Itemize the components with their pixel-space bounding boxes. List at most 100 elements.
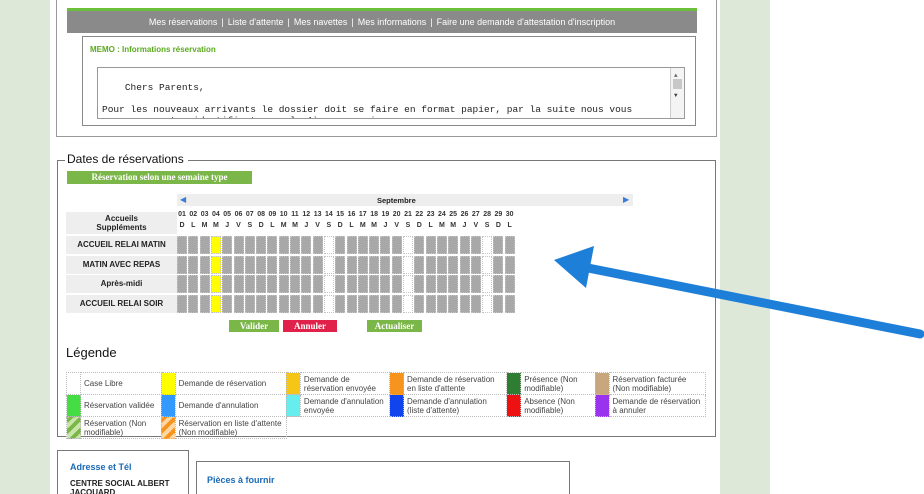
scroll-thumb[interactable] [673,79,682,89]
reservation-cell[interactable] [278,236,289,254]
semaine-type-button[interactable]: Réservation selon une semaine type [67,171,252,184]
reservation-cell[interactable] [199,275,210,293]
reservation-cell[interactable] [222,236,233,254]
reservation-cell[interactable] [290,255,300,274]
reservation-cell[interactable] [482,255,493,274]
reservation-cell[interactable] [199,255,210,274]
nav-link[interactable]: Faire une demande d'attestation d'inscri… [435,17,618,27]
reservation-cell[interactable] [436,255,447,274]
reservation-cell[interactable] [222,294,233,313]
reservation-cell[interactable] [425,255,436,274]
reservation-cell[interactable] [403,255,413,274]
reservation-cell[interactable] [278,255,289,274]
reservation-cell[interactable] [177,255,187,274]
reservation-cell[interactable] [177,275,187,293]
reservation-cell[interactable] [403,275,413,293]
reservation-cell[interactable] [403,294,413,313]
reservation-cell[interactable] [357,255,368,274]
reservation-cell[interactable] [482,275,493,293]
reservation-cell[interactable] [391,236,402,254]
reservation-cell[interactable] [414,255,425,274]
reservation-cell[interactable] [425,294,436,313]
valider-button[interactable]: Valider [229,320,279,332]
reservation-cell[interactable] [267,275,278,293]
reservation-cell[interactable] [301,255,312,274]
reservation-cell[interactable] [346,275,357,293]
scroll-down-icon[interactable]: ▼ [674,90,678,101]
reservation-cell[interactable] [312,294,323,313]
reservation-cell[interactable] [177,294,187,313]
reservation-cell[interactable] [493,294,504,313]
reservation-cell[interactable] [369,255,380,274]
reservation-cell[interactable] [380,255,391,274]
reservation-cell[interactable] [222,255,233,274]
reservation-cell[interactable] [369,275,380,293]
reservation-cell[interactable] [391,275,402,293]
reservation-cell[interactable] [504,236,515,254]
reservation-cell[interactable] [312,236,323,254]
reservation-cell[interactable] [267,236,278,254]
reservation-cell[interactable] [414,294,425,313]
reservation-cell[interactable] [436,236,447,254]
reservation-cell[interactable] [312,255,323,274]
reservation-cell[interactable] [301,294,312,313]
reservation-cell[interactable] [290,275,300,293]
reservation-cell[interactable] [222,275,233,293]
reservation-cell[interactable] [436,294,447,313]
actualiser-button[interactable]: Actualiser [367,320,422,332]
reservation-cell[interactable] [335,236,346,254]
prev-month-icon[interactable]: ◀ [180,195,186,204]
nav-link[interactable]: Mes informations [356,17,429,27]
reservation-cell[interactable] [436,275,447,293]
reservation-cell[interactable] [391,294,402,313]
reservation-cell[interactable] [233,236,244,254]
reservation-cell[interactable] [233,294,244,313]
reservation-cell[interactable] [391,255,402,274]
reservation-cell[interactable] [459,255,470,274]
reservation-cell[interactable] [278,275,289,293]
reservation-cell[interactable] [256,294,267,313]
reservation-cell[interactable] [346,294,357,313]
reservation-cell[interactable] [504,294,515,313]
reservation-cell[interactable] [301,275,312,293]
reservation-cell[interactable] [357,294,368,313]
reservation-cell[interactable] [448,236,459,254]
reservation-cell[interactable] [256,255,267,274]
reservation-cell[interactable] [380,236,391,254]
next-month-icon[interactable]: ▶ [623,195,629,204]
reservation-cell[interactable] [188,255,199,274]
memo-textarea[interactable]: Chers Parents, Pour les nouveaux arrivan… [97,67,685,119]
reservation-cell[interactable] [482,294,493,313]
reservation-cell[interactable] [470,294,481,313]
reservation-cell[interactable] [448,255,459,274]
memo-scrollbar[interactable]: ▲ ▼ [670,68,684,118]
reservation-cell[interactable] [403,236,413,254]
reservation-cell[interactable] [346,255,357,274]
nav-link[interactable]: Mes réservations [147,17,220,27]
reservation-cell[interactable] [380,294,391,313]
reservation-cell[interactable] [448,275,459,293]
reservation-cell[interactable] [459,236,470,254]
reservation-cell[interactable] [256,236,267,254]
reservation-cell[interactable] [244,255,255,274]
reservation-cell[interactable] [233,275,244,293]
reservation-cell[interactable] [493,255,504,274]
reservation-cell[interactable] [244,275,255,293]
reservation-cell[interactable] [244,236,255,254]
reservation-cell[interactable] [210,275,221,293]
reservation-cell[interactable] [233,255,244,274]
reservation-cell[interactable] [346,236,357,254]
reservation-cell[interactable] [335,275,346,293]
reservation-cell[interactable] [470,275,481,293]
reservation-cell[interactable] [188,294,199,313]
reservation-cell[interactable] [323,275,334,293]
reservation-cell[interactable] [482,236,493,254]
reservation-cell[interactable] [177,236,187,254]
reservation-cell[interactable] [267,255,278,274]
reservation-cell[interactable] [335,255,346,274]
reservation-cell[interactable] [335,294,346,313]
reservation-cell[interactable] [493,236,504,254]
reservation-cell[interactable] [199,236,210,254]
annuler-button[interactable]: Annuler [283,320,337,332]
reservation-cell[interactable] [290,294,300,313]
